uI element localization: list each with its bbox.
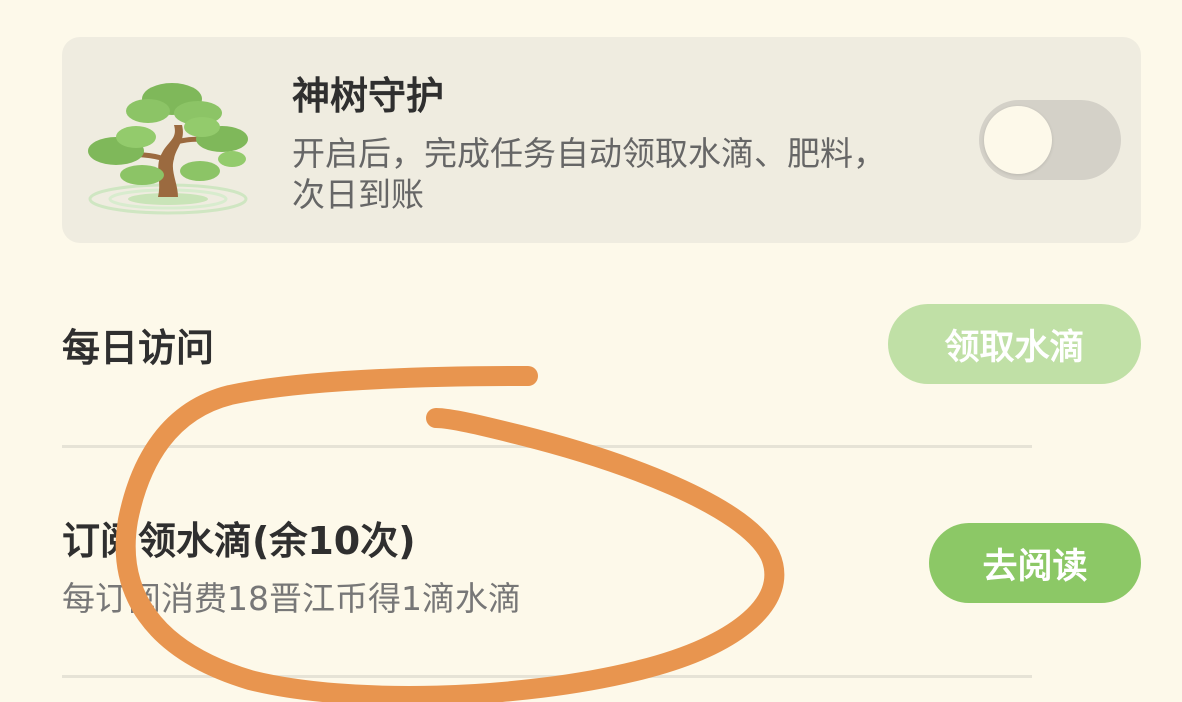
auto-claim-toggle[interactable] xyxy=(979,100,1121,180)
divider xyxy=(62,675,1032,678)
card-description: 开启后，完成任务自动领取水滴、肥料，次日到账 xyxy=(292,134,886,214)
task-title-subscribe: 订阅领水滴(余10次) xyxy=(62,519,416,563)
tree-guard-card: 神树守护 开启后，完成任务自动领取水滴、肥料，次日到账 xyxy=(62,37,1141,243)
go-read-button[interactable]: 去阅读 xyxy=(929,523,1141,603)
divider xyxy=(62,445,1032,448)
task-title-daily-visit: 每日访问 xyxy=(62,326,215,370)
task-subtitle-subscribe: 每订阅消费18晋江币得1滴水滴 xyxy=(62,579,521,618)
sacred-tree-icon xyxy=(88,83,248,215)
claim-water-button[interactable]: 领取水滴 xyxy=(888,304,1141,384)
toggle-knob xyxy=(984,106,1052,174)
card-title: 神树守护 xyxy=(292,74,445,118)
